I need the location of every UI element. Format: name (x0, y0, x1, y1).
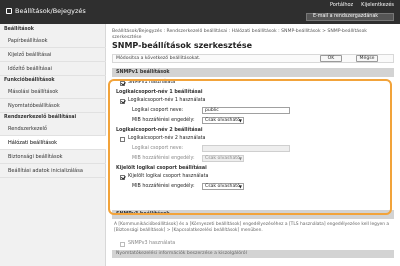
highlight-frame (108, 79, 392, 215)
app-title: Beállítások/Bejegyzés (6, 7, 86, 15)
sidebar-item-initialize[interactable]: Beállítási adatok inicializálása (0, 164, 106, 178)
sidebar-item-display[interactable]: Kijelző beállításai (0, 48, 106, 62)
sidebar-item-copy[interactable]: Másolási beállítások (0, 85, 106, 99)
sidebar-head-settings: Beállítások (4, 27, 34, 32)
logout-link[interactable]: Kijelentkezés (361, 2, 394, 8)
breadcrumb: Beállítások/Bejegyzés : Rendszerkezelő b… (112, 29, 367, 40)
header-links: Portálhoz Kijelentkezés (330, 2, 394, 8)
mail-admin-button[interactable]: E-mail a rendszergazdának (306, 13, 394, 21)
sidebar-item-system-manager[interactable]: Rendszerkezelő (0, 122, 106, 136)
settings-icon (6, 8, 12, 14)
ok-button[interactable]: OK (320, 55, 342, 62)
info-text: Módosítsa a következő beállításokat. (116, 56, 201, 61)
app-title-text: Beállítások/Bejegyzés (15, 7, 86, 15)
top-bar: Beállítások/Bejegyzés Portálhoz Kijelent… (0, 0, 400, 24)
sidebar-item-network[interactable]: Hálózati beállítások (0, 136, 106, 150)
sidebar-item-timer[interactable]: Időzítő beállításai (0, 62, 106, 76)
snmpv3-description: A [Kommunikációbeállítások] és a [Környe… (114, 222, 390, 233)
cancel-button[interactable]: Mégse (356, 55, 378, 62)
sidebar-item-security[interactable]: Biztonsági beállítások (0, 150, 106, 164)
sidebar-item-paper[interactable]: Papírbeállítások (0, 34, 106, 48)
snmpv3-use-label: SNMPv3 használata (128, 241, 176, 246)
info-bar: Módosítsa a következő beállításokat. (112, 54, 394, 63)
sidebar-head-management: Rendszerkezelő beállításai (4, 115, 77, 120)
sidebar-head-function: Funkcióbeállítások (4, 78, 55, 83)
sidebar-item-printer[interactable]: Nyomtatóbeállítások (0, 99, 106, 113)
bottom-section-header: Nyomtatókezelési információk beszerzése … (112, 250, 394, 258)
portal-link[interactable]: Portálhoz (330, 2, 353, 8)
sidebar: Beállítások Papírbeállítások Kijelző beá… (0, 24, 106, 266)
page-title: SNMP-beállítások szerkesztése (112, 41, 252, 50)
snmpv1-section-header: SNMPv1 beállítások (112, 68, 394, 77)
snmpv3-use-checkbox[interactable] (120, 242, 125, 247)
